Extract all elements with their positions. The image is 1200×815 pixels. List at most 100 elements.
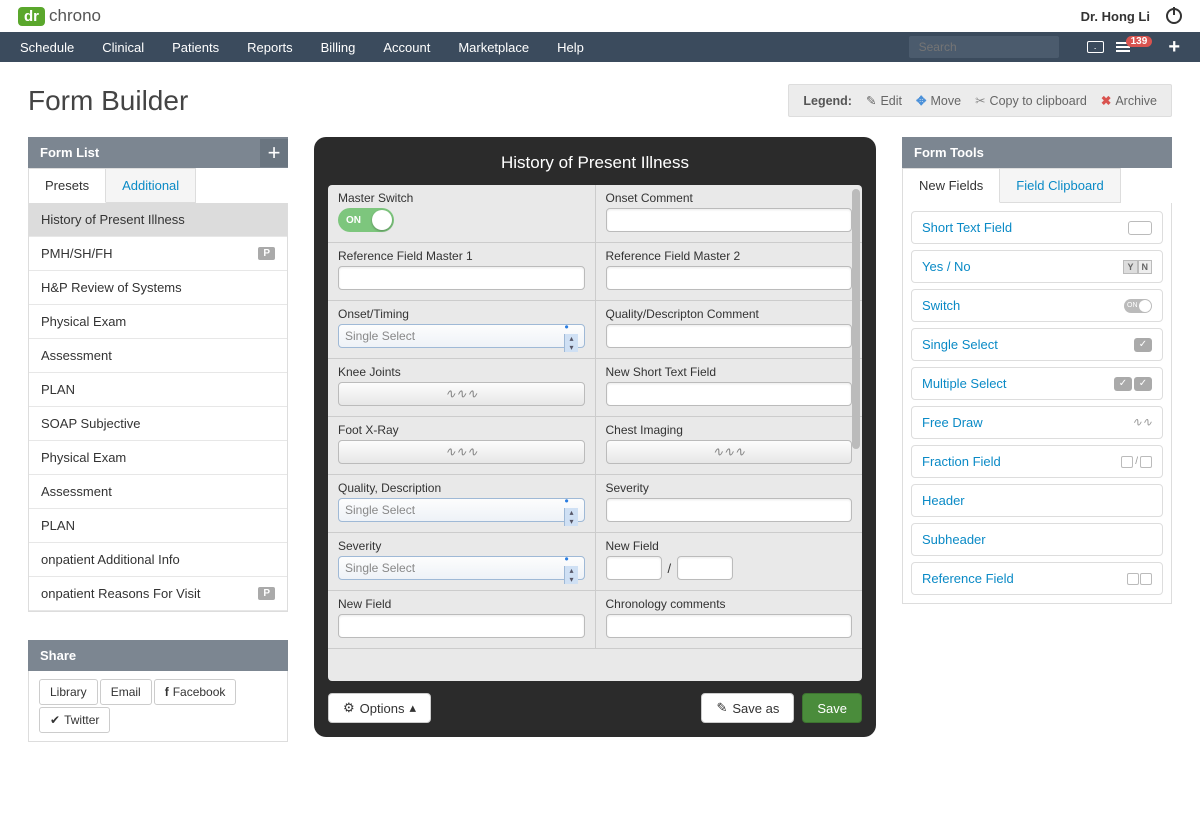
field-label: New Field bbox=[606, 539, 853, 553]
text-input-control[interactable] bbox=[606, 324, 853, 348]
form-field-cell[interactable]: Reference Field Master 1 bbox=[328, 243, 596, 300]
text-input-control[interactable] bbox=[338, 614, 585, 638]
form-list-item[interactable]: onpatient Additional Info bbox=[29, 543, 287, 577]
tool-item[interactable]: Header bbox=[911, 484, 1163, 517]
options-button[interactable]: ⚙Options▴ bbox=[328, 693, 431, 723]
form-field-cell[interactable]: SeveritySingle Select•▴▾ bbox=[328, 533, 596, 590]
tool-item[interactable]: Subheader bbox=[911, 523, 1163, 556]
form-field-cell[interactable]: New Field bbox=[328, 591, 596, 648]
switch-control[interactable]: ON bbox=[338, 208, 394, 232]
tool-item[interactable]: Reference Field bbox=[911, 562, 1163, 595]
tab-field-clipboard[interactable]: Field Clipboard bbox=[1000, 168, 1120, 203]
form-field-cell[interactable]: Foot X-Ray∿∿∿ bbox=[328, 417, 596, 474]
form-list-item[interactable]: PLAN bbox=[29, 509, 287, 543]
form-field-cell[interactable]: Quality, DescriptionSingle Select•▴▾ bbox=[328, 475, 596, 532]
fraction-control[interactable]: / bbox=[606, 556, 853, 580]
add-form-button[interactable]: + bbox=[260, 139, 288, 167]
form-field-cell[interactable]: Onset/TimingSingle Select•▴▾ bbox=[328, 301, 596, 358]
share-library[interactable]: Library bbox=[39, 679, 98, 705]
form-list-panel: Form List + Presets Additional History o… bbox=[28, 137, 288, 742]
tool-item[interactable]: Multiple Select✓✓ bbox=[911, 367, 1163, 400]
form-field-cell[interactable]: Chronology comments bbox=[596, 591, 863, 648]
form-field-cell[interactable]: Knee Joints∿∿∿ bbox=[328, 359, 596, 416]
share-title: Share bbox=[28, 640, 288, 671]
form-field-cell[interactable]: Master SwitchON bbox=[328, 185, 596, 242]
form-field-cell[interactable]: Reference Field Master 2 bbox=[596, 243, 863, 300]
text-input-control[interactable] bbox=[606, 498, 853, 522]
search-input[interactable] bbox=[909, 36, 1059, 58]
freedraw-control[interactable]: ∿∿∿ bbox=[606, 440, 853, 464]
mail-icon[interactable] bbox=[1087, 41, 1104, 53]
main-layout: Form List + Presets Additional History o… bbox=[0, 127, 1200, 815]
form-field-cell[interactable]: New Short Text Field bbox=[596, 359, 863, 416]
nav-schedule[interactable]: Schedule bbox=[20, 40, 74, 55]
tool-item[interactable]: Single Select✓ bbox=[911, 328, 1163, 361]
form-list-item[interactable]: SOAP Subjective bbox=[29, 407, 287, 441]
legend-move: ✥Move bbox=[916, 93, 961, 108]
text-input-control[interactable] bbox=[606, 382, 853, 406]
form-field-cell[interactable]: Severity bbox=[596, 475, 863, 532]
text-input-control[interactable] bbox=[606, 208, 853, 232]
freedraw-control[interactable]: ∿∿∿ bbox=[338, 440, 585, 464]
form-field-cell[interactable]: Onset Comment bbox=[596, 185, 863, 242]
form-list-item[interactable]: H&P Review of Systems bbox=[29, 271, 287, 305]
pencil-icon: ✎ bbox=[716, 700, 727, 716]
form-field-cell[interactable]: Chest Imaging ∿∿∿ bbox=[596, 417, 863, 474]
tool-item[interactable]: Short Text Field bbox=[911, 211, 1163, 244]
text-input-control[interactable] bbox=[606, 614, 853, 638]
nav-clinical[interactable]: Clinical bbox=[102, 40, 144, 55]
add-icon[interactable]: + bbox=[1168, 37, 1180, 57]
freedraw-control[interactable]: ∿∿∿ bbox=[338, 382, 585, 406]
nav-marketplace[interactable]: Marketplace bbox=[458, 40, 529, 55]
form-list-item[interactable]: Physical Exam bbox=[29, 441, 287, 475]
brand-chrono: chrono bbox=[49, 6, 101, 26]
tool-item[interactable]: Free Draw∿∿ bbox=[911, 406, 1163, 439]
facebook-icon: f bbox=[165, 685, 169, 699]
tab-additional[interactable]: Additional bbox=[106, 168, 196, 203]
nav-reports[interactable]: Reports bbox=[247, 40, 293, 55]
form-list-item[interactable]: PLAN bbox=[29, 373, 287, 407]
power-icon[interactable] bbox=[1166, 8, 1182, 24]
nav-billing[interactable]: Billing bbox=[321, 40, 356, 55]
save-as-button[interactable]: ✎Save as bbox=[701, 693, 794, 723]
tool-label: Switch bbox=[922, 298, 960, 313]
form-list-item-label: PMH/SH/FH bbox=[41, 246, 113, 261]
tab-presets[interactable]: Presets bbox=[29, 168, 106, 203]
select-control[interactable]: Single Select•▴▾ bbox=[338, 324, 585, 348]
tool-item[interactable]: SwitchON bbox=[911, 289, 1163, 322]
form-list-item[interactable]: onpatient Reasons For VisitP bbox=[29, 577, 287, 611]
form-canvas[interactable]: Master SwitchONOnset CommentReference Fi… bbox=[328, 185, 862, 681]
scrollbar[interactable] bbox=[852, 189, 860, 449]
form-list-item[interactable]: Assessment bbox=[29, 475, 287, 509]
tool-item[interactable]: Fraction Field/ bbox=[911, 445, 1163, 478]
form-row: Quality, DescriptionSingle Select•▴▾Seve… bbox=[328, 475, 862, 533]
save-button[interactable]: Save bbox=[802, 693, 862, 723]
share-facebook[interactable]: fFacebook bbox=[154, 679, 237, 705]
form-list-item[interactable]: Physical Exam bbox=[29, 305, 287, 339]
move-icon: ✥ bbox=[916, 93, 926, 108]
nav-patients[interactable]: Patients bbox=[172, 40, 219, 55]
select-control[interactable]: Single Select•▴▾ bbox=[338, 556, 585, 580]
form-field-cell[interactable]: New Field / bbox=[596, 533, 863, 590]
text-input-control[interactable] bbox=[606, 266, 853, 290]
share-email[interactable]: Email bbox=[100, 679, 152, 705]
nav-account[interactable]: Account bbox=[383, 40, 430, 55]
text-input-control[interactable] bbox=[338, 266, 585, 290]
tool-label: Single Select bbox=[922, 337, 998, 352]
field-label: Reference Field Master 1 bbox=[338, 249, 585, 263]
nav-help[interactable]: Help bbox=[557, 40, 584, 55]
form-tools-title: Form Tools bbox=[902, 137, 1172, 168]
select-control[interactable]: Single Select•▴▾ bbox=[338, 498, 585, 522]
form-list-item[interactable]: PMH/SH/FHP bbox=[29, 237, 287, 271]
tab-new-fields[interactable]: New Fields bbox=[903, 168, 1000, 203]
form-field-cell[interactable]: Quality/Descripton Comment bbox=[596, 301, 863, 358]
form-list-item[interactable]: Assessment bbox=[29, 339, 287, 373]
form-list-item[interactable]: History of Present Illness bbox=[29, 203, 287, 237]
share-twitter[interactable]: ✔Twitter bbox=[39, 707, 110, 733]
notifications[interactable]: 139 bbox=[1116, 42, 1157, 53]
legend-copy: ✂Copy to clipboard bbox=[975, 93, 1087, 108]
user-name[interactable]: Dr. Hong Li bbox=[1081, 9, 1150, 24]
tool-item[interactable]: Yes / NoYN bbox=[911, 250, 1163, 283]
form-list-tabs: Presets Additional bbox=[28, 168, 288, 203]
field-label: Chest Imaging bbox=[606, 423, 853, 437]
